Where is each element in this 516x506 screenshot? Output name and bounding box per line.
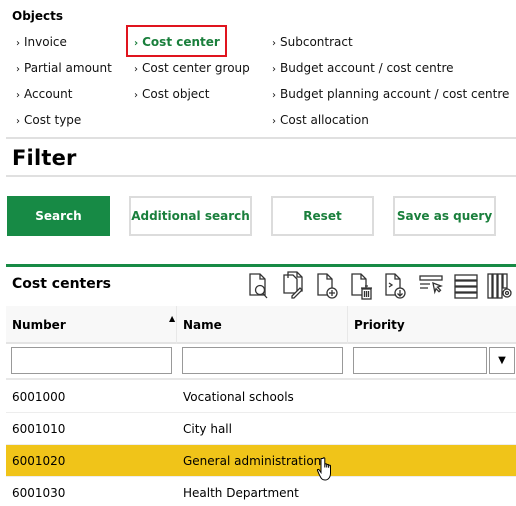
section-divider bbox=[6, 264, 516, 267]
object-link-cost-object[interactable]: › Cost object bbox=[134, 87, 209, 101]
save-as-query-button[interactable]: Save as query bbox=[393, 196, 496, 236]
select-row-icon[interactable] bbox=[418, 271, 446, 301]
chevron-right-icon: › bbox=[272, 64, 276, 75]
column-header-name[interactable]: Name bbox=[183, 318, 222, 332]
object-link-partial-amount[interactable]: › Partial amount bbox=[16, 61, 112, 75]
search-button[interactable]: Search bbox=[7, 196, 110, 236]
object-link-cost-center[interactable]: › Cost center bbox=[134, 35, 220, 49]
priority-dropdown-button[interactable]: ▼ bbox=[489, 347, 515, 374]
chevron-right-icon: › bbox=[134, 90, 138, 101]
column-header-number[interactable]: Number bbox=[12, 318, 66, 332]
table-row[interactable]: 6001010 City hall bbox=[6, 413, 516, 445]
additional-search-button[interactable]: Additional search bbox=[129, 196, 252, 236]
cell-number: 6001000 bbox=[12, 390, 66, 404]
column-separator[interactable] bbox=[176, 306, 177, 344]
chevron-right-icon: › bbox=[272, 116, 276, 127]
chevron-right-icon: › bbox=[16, 90, 20, 101]
reset-button[interactable]: Reset bbox=[271, 196, 374, 236]
column-settings-icon[interactable] bbox=[486, 271, 514, 301]
cell-number: 6001020 bbox=[12, 454, 66, 468]
view-document-icon[interactable] bbox=[246, 271, 274, 301]
table-header: Number ▲ Name Priority bbox=[6, 306, 516, 344]
chevron-right-icon: › bbox=[16, 116, 20, 127]
filter-row: ▼ bbox=[6, 344, 516, 380]
object-link-subcontract[interactable]: › Subcontract bbox=[272, 35, 353, 49]
priority-filter-input[interactable] bbox=[353, 347, 487, 374]
column-separator[interactable] bbox=[347, 306, 348, 344]
objects-heading: Objects bbox=[12, 9, 64, 23]
export-document-icon[interactable] bbox=[382, 271, 410, 301]
chevron-right-icon: › bbox=[272, 90, 276, 101]
table-row-selected[interactable]: 6001020 General administration bbox=[6, 445, 516, 477]
object-link-budget-account[interactable]: › Budget account / cost centre bbox=[272, 61, 454, 75]
column-header-priority[interactable]: Priority bbox=[354, 318, 405, 332]
divider bbox=[6, 175, 516, 177]
object-link-cost-type[interactable]: › Cost type bbox=[16, 113, 81, 127]
object-link-account[interactable]: › Account bbox=[16, 87, 72, 101]
object-link-cost-allocation[interactable]: › Cost allocation bbox=[272, 113, 369, 127]
number-filter-input[interactable] bbox=[11, 347, 172, 374]
sort-ascending-icon[interactable]: ▲ bbox=[169, 314, 175, 323]
object-link-cost-center-group[interactable]: › Cost center group bbox=[134, 61, 250, 75]
filter-heading: Filter bbox=[12, 146, 77, 170]
edit-document-icon[interactable] bbox=[280, 271, 308, 301]
cell-number: 6001030 bbox=[12, 486, 66, 500]
caret-down-icon: ▼ bbox=[498, 355, 506, 366]
object-link-budget-planning-account[interactable]: › Budget planning account / cost centre bbox=[272, 87, 509, 101]
chevron-right-icon: › bbox=[16, 64, 20, 75]
cell-name: City hall bbox=[183, 422, 232, 436]
chevron-right-icon: › bbox=[16, 38, 20, 49]
cell-name: General administration bbox=[183, 454, 322, 468]
list-rows-icon[interactable] bbox=[452, 271, 480, 301]
table-row[interactable]: 6001030 Health Department bbox=[6, 477, 516, 506]
cell-name: Health Department bbox=[183, 486, 299, 500]
chevron-right-icon: › bbox=[134, 64, 138, 75]
divider bbox=[6, 137, 516, 139]
delete-document-icon[interactable] bbox=[348, 271, 376, 301]
hand-cursor-icon bbox=[316, 456, 340, 484]
table-row[interactable]: 6001000 Vocational schools bbox=[6, 381, 516, 413]
cell-name: Vocational schools bbox=[183, 390, 294, 404]
chevron-right-icon: › bbox=[134, 38, 139, 49]
cell-number: 6001010 bbox=[12, 422, 66, 436]
grid-title: Cost centers bbox=[12, 276, 111, 292]
name-filter-input[interactable] bbox=[182, 347, 343, 374]
chevron-right-icon: › bbox=[272, 38, 276, 49]
object-link-invoice[interactable]: › Invoice bbox=[16, 35, 67, 49]
add-document-icon[interactable] bbox=[314, 271, 342, 301]
